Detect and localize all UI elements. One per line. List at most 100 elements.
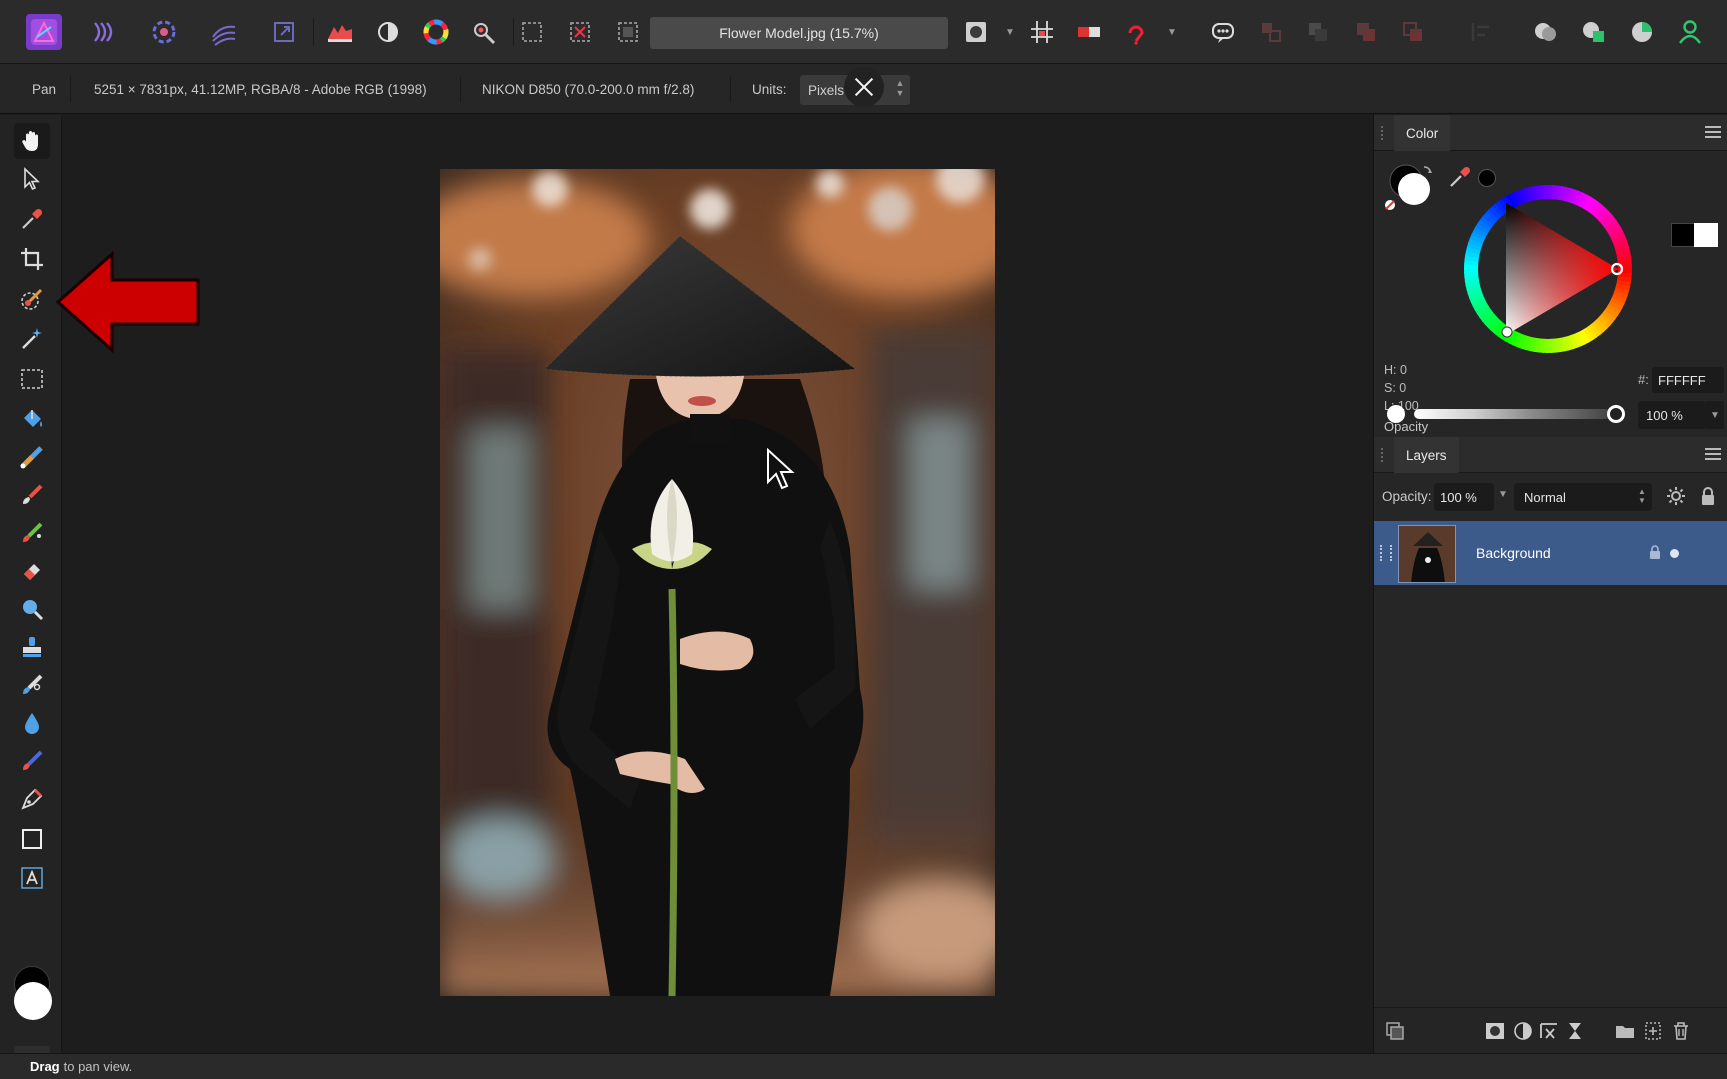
boolean-add-icon[interactable] bbox=[1528, 14, 1564, 50]
color-panel-menu-icon[interactable] bbox=[1704, 123, 1722, 141]
arrange-front-icon[interactable] bbox=[1395, 14, 1431, 50]
document-title[interactable]: Flower Model.jpg (15.7%) bbox=[650, 17, 948, 49]
color-wheel-icon[interactable] bbox=[418, 14, 454, 50]
mask-layer-icon[interactable] bbox=[1484, 1020, 1506, 1042]
layers-panel-menu-icon[interactable] bbox=[1704, 445, 1722, 463]
mouse-cursor-icon bbox=[767, 448, 795, 490]
tab-color[interactable]: Color bbox=[1394, 115, 1451, 151]
assistant-dropdown-icon[interactable]: ▼ bbox=[1166, 24, 1178, 40]
white-swatch[interactable] bbox=[1694, 223, 1718, 247]
tab-layers[interactable]: Layers bbox=[1394, 437, 1459, 473]
canvas-area[interactable] bbox=[63, 115, 1372, 1053]
gear-icon[interactable] bbox=[1666, 486, 1686, 506]
crop-tool[interactable] bbox=[14, 241, 50, 277]
stamp-icon bbox=[23, 637, 41, 657]
color-opacity-input[interactable]: 100 % bbox=[1638, 401, 1706, 429]
inpainting-tool[interactable] bbox=[14, 667, 50, 703]
document-image[interactable] bbox=[440, 169, 995, 996]
assistant-icon[interactable] bbox=[1118, 14, 1154, 50]
liquify-persona-icon[interactable] bbox=[86, 14, 122, 50]
arrange-backward-icon[interactable] bbox=[1300, 14, 1336, 50]
tone-mapping-persona-icon[interactable] bbox=[206, 14, 242, 50]
trash-icon[interactable] bbox=[1670, 1020, 1692, 1042]
lock-icon[interactable] bbox=[1700, 486, 1716, 506]
layer-name[interactable]: Background bbox=[1476, 521, 1551, 585]
group-folder-icon[interactable] bbox=[1614, 1020, 1636, 1042]
eyedropper-icon bbox=[22, 208, 43, 229]
layer-drag-handle-icon[interactable] bbox=[1380, 545, 1392, 561]
live-chat-icon[interactable] bbox=[1205, 14, 1241, 50]
auto-contrast-icon[interactable] bbox=[370, 14, 406, 50]
boolean-intersect-icon[interactable] bbox=[1624, 14, 1660, 50]
arrange-back-icon[interactable] bbox=[1253, 14, 1289, 50]
deselect-icon[interactable] bbox=[562, 14, 598, 50]
blend-mode-value: Normal bbox=[1524, 489, 1566, 505]
hex-input[interactable]: FFFFFF bbox=[1652, 367, 1724, 393]
pen-tool[interactable] bbox=[14, 781, 50, 817]
flood-select-tool[interactable] bbox=[14, 321, 50, 357]
gradient-icon bbox=[20, 446, 43, 469]
blend-mode-select[interactable]: Normal bbox=[1514, 483, 1652, 511]
units-value: Pixels bbox=[808, 82, 845, 98]
force-pixel-alignment-icon[interactable] bbox=[1071, 14, 1107, 50]
move-tool[interactable] bbox=[14, 161, 50, 197]
develop-persona-icon[interactable] bbox=[146, 14, 182, 50]
color-picker-tool[interactable] bbox=[14, 201, 50, 237]
marquee-tool[interactable] bbox=[14, 361, 50, 397]
select-all-icon[interactable] bbox=[514, 14, 550, 50]
arrange-forward-icon[interactable] bbox=[1348, 14, 1384, 50]
erase-brush-tool[interactable] bbox=[14, 553, 50, 589]
layer-lock-icon[interactable] bbox=[1649, 544, 1661, 560]
camera-info: NIKON D850 (70.0-200.0 mm f/2.8) bbox=[482, 81, 695, 97]
blur-brush-tool[interactable] bbox=[14, 591, 50, 627]
image-info: 5251 × 7831px, 41.12MP, RGBA/8 - Adobe R… bbox=[94, 81, 427, 97]
secondary-color-swatch[interactable] bbox=[14, 982, 52, 1020]
layer-opacity-dropdown-icon[interactable]: ▼ bbox=[1498, 489, 1508, 500]
red-eye-tool[interactable] bbox=[14, 743, 50, 779]
boolean-subtract-icon[interactable] bbox=[1576, 14, 1612, 50]
hex-label: #: bbox=[1638, 372, 1649, 387]
quick-mask-dropdown-icon[interactable]: ▼ bbox=[1004, 24, 1016, 40]
flood-fill-tool[interactable] bbox=[14, 401, 50, 437]
align-icon[interactable] bbox=[1462, 14, 1498, 50]
layers-footer bbox=[1374, 1007, 1727, 1053]
selection-brush-tool[interactable] bbox=[14, 281, 50, 317]
layer-row-background[interactable]: Background bbox=[1374, 521, 1727, 585]
opacity-dropdown-icon[interactable]: ▼ bbox=[1706, 401, 1724, 429]
blend-mode-stepper-icon[interactable]: ▲ ▼ bbox=[1638, 487, 1646, 505]
close-icon[interactable] bbox=[844, 67, 884, 107]
gradient-tool[interactable] bbox=[14, 439, 50, 475]
view-tool[interactable] bbox=[14, 123, 50, 159]
color-wheel[interactable] bbox=[1450, 171, 1646, 367]
layer-thumbnail bbox=[1398, 525, 1456, 583]
text-tool[interactable] bbox=[14, 860, 50, 896]
dodge-brush-tool[interactable] bbox=[14, 515, 50, 551]
levels-icon[interactable] bbox=[322, 14, 358, 50]
black-swatch[interactable] bbox=[1671, 223, 1695, 247]
layer-opacity-input[interactable]: 100 % bbox=[1434, 483, 1494, 511]
rectangle-tool[interactable] bbox=[14, 821, 50, 857]
live-filter-icon[interactable] bbox=[1538, 1020, 1560, 1042]
snapping-icon[interactable] bbox=[1024, 14, 1060, 50]
opacity-slider[interactable] bbox=[1414, 409, 1610, 419]
opacity-slider-handle[interactable] bbox=[1607, 405, 1625, 423]
paint-brush-tool[interactable] bbox=[14, 477, 50, 513]
fill-layer-icon[interactable] bbox=[1564, 1020, 1586, 1042]
affinity-photo-window: Flower Model.jpg (15.7%) ▼ ▼ Pan 5251 × … bbox=[0, 0, 1727, 1079]
units-stepper-icon[interactable]: ▲ ▼ bbox=[893, 78, 907, 102]
clone-brush-tool[interactable] bbox=[14, 629, 50, 665]
app-logo-icon[interactable] bbox=[26, 14, 62, 50]
fill-stroke-swatches[interactable] bbox=[1384, 161, 1440, 213]
add-pixel-layer-icon[interactable] bbox=[1642, 1020, 1664, 1042]
export-persona-icon[interactable] bbox=[266, 14, 302, 50]
auto-white-balance-icon[interactable] bbox=[466, 14, 502, 50]
invert-selection-icon[interactable] bbox=[610, 14, 646, 50]
user-account-icon[interactable] bbox=[1672, 14, 1708, 50]
units-label: Units: bbox=[752, 81, 787, 97]
layer-stack-icon[interactable] bbox=[1384, 1020, 1406, 1042]
layer-visibility-icon[interactable] bbox=[1670, 549, 1679, 558]
adjustment-layer-icon[interactable] bbox=[1512, 1020, 1534, 1042]
blur-drop-tool[interactable] bbox=[14, 705, 50, 741]
brush-icon bbox=[23, 484, 43, 504]
quick-mask-icon[interactable] bbox=[958, 14, 994, 50]
